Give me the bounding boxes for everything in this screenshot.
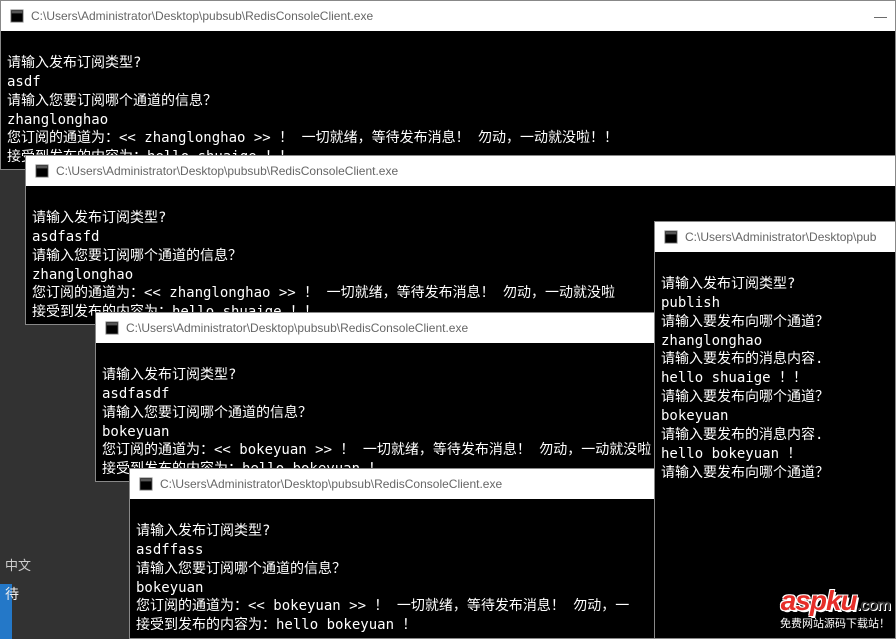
console-line: 请输入要发布向哪个通道？ xyxy=(661,389,829,405)
title-bar-5[interactable]: C:\Users\Administrator\Desktop\pub xyxy=(655,222,895,252)
console-line: hello bokeyuan ！ xyxy=(661,446,801,462)
window-controls: — xyxy=(874,9,887,24)
console-line: asdfasdf xyxy=(102,386,169,402)
console-line: bokeyuan xyxy=(661,408,728,424)
console-line: 您订阅的通道为：<< bokeyuan >> ！ 一切就绪，等待发布消息！ 勿动… xyxy=(136,598,629,614)
console-line: zhanglonghao xyxy=(661,333,762,349)
app-icon xyxy=(138,476,154,492)
console-line: 请输入发布订阅类型? xyxy=(661,276,795,292)
app-icon xyxy=(663,229,679,245)
app-icon xyxy=(104,320,120,336)
console-window-5-publisher[interactable]: C:\Users\Administrator\Desktop\pub 请输入发布… xyxy=(654,221,896,639)
caret-hint: 待 xyxy=(5,584,19,604)
window-title: C:\Users\Administrator\Desktop\pub xyxy=(685,230,887,244)
watermark-logo: aspku.com xyxy=(780,585,890,617)
console-window-1[interactable]: C:\Users\Administrator\Desktop\pubsub\Re… xyxy=(0,0,896,170)
watermark-logo-dot: .com xyxy=(857,597,890,614)
console-line: publish xyxy=(661,295,720,311)
console-line: 您订阅的通道为：<< bokeyuan >> ！ 一切就绪，等待发布消息！ 勿动… xyxy=(102,442,651,458)
console-line: asdf xyxy=(7,74,41,90)
title-bar-2[interactable]: C:\Users\Administrator\Desktop\pubsub\Re… xyxy=(26,156,895,186)
watermark: aspku.com 免费网站源码下载站！ xyxy=(780,585,890,631)
watermark-tagline: 免费网站源码下载站！ xyxy=(780,615,890,631)
console-line: bokeyuan xyxy=(136,580,203,596)
console-line: 请输入发布订阅类型? xyxy=(102,367,236,383)
watermark-logo-main: aspku xyxy=(781,585,857,616)
console-output-1: 请输入发布订阅类型? asdf 请输入您要订阅哪个通道的信息？ zhanglon… xyxy=(1,31,895,171)
console-line: 请输入发布订阅类型? xyxy=(136,523,270,539)
console-line: 请输入您要订阅哪个通道的信息？ xyxy=(7,93,217,109)
console-line: 接受到发布的内容为：hello bokeyuan ！ xyxy=(136,617,416,633)
app-icon xyxy=(34,163,50,179)
console-line: asdfasfd xyxy=(32,229,99,245)
console-line: 您订阅的通道为：<< zhanglonghao >> ！ 一切就绪，等待发布消息… xyxy=(7,130,618,146)
console-line: 请输入发布订阅类型? xyxy=(7,55,141,71)
window-title: C:\Users\Administrator\Desktop\pubsub\Re… xyxy=(56,164,887,178)
console-output-5: 请输入发布订阅类型? publish 请输入要发布向哪个通道？ zhanglon… xyxy=(655,252,895,487)
console-line: asdffass xyxy=(136,542,203,558)
console-line: 请输入要发布向哪个通道？ xyxy=(661,314,829,330)
console-line: 请输入要发布的消息内容. xyxy=(661,427,823,443)
minimize-button[interactable]: — xyxy=(874,9,887,24)
ime-hint: 中文 xyxy=(5,555,31,574)
console-line: 请输入要发布向哪个通道？ xyxy=(661,465,829,481)
console-line: 请输入您要订阅哪个通道的信息？ xyxy=(136,561,346,577)
console-line: 请输入要发布的消息内容. xyxy=(661,351,823,367)
console-line: 请输入您要订阅哪个通道的信息？ xyxy=(32,248,242,264)
console-line: 请输入您要订阅哪个通道的信息？ xyxy=(102,405,312,421)
app-icon xyxy=(9,8,25,24)
title-bar-1[interactable]: C:\Users\Administrator\Desktop\pubsub\Re… xyxy=(1,1,895,31)
console-line: zhanglonghao xyxy=(7,112,108,128)
window-title: C:\Users\Administrator\Desktop\pubsub\Re… xyxy=(31,9,874,23)
console-line: hello shuaige ！！ xyxy=(661,370,807,386)
console-line: zhanglonghao xyxy=(32,267,133,283)
console-line: 您订阅的通道为：<< zhanglonghao >> ！ 一切就绪，等待发布消息… xyxy=(32,285,615,301)
console-line: 请输入发布订阅类型? xyxy=(32,210,166,226)
console-line: bokeyuan xyxy=(102,424,169,440)
